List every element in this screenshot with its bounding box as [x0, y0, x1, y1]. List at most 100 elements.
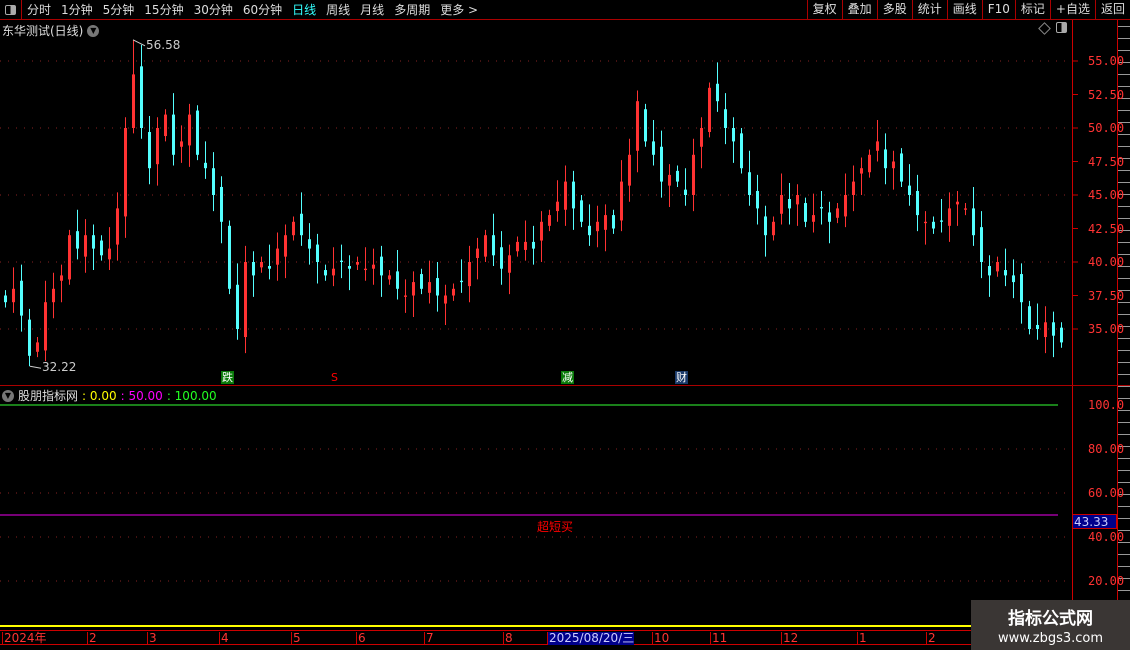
candle-body	[236, 284, 239, 329]
candle-body	[212, 168, 215, 195]
candle-body	[1036, 324, 1039, 329]
candle-body	[1012, 275, 1015, 283]
candle-body	[476, 248, 479, 258]
date-tick-label: 8	[503, 631, 513, 645]
candle-body	[652, 141, 655, 155]
candle-body	[188, 114, 191, 146]
right-info-strip[interactable]	[1117, 20, 1130, 600]
candle-body	[244, 262, 247, 338]
date-tick-label: 5	[291, 631, 301, 645]
candle-body	[980, 227, 983, 262]
candle-body	[700, 128, 703, 147]
price-tick-label: 35.00	[1088, 322, 1125, 336]
candle-body	[1052, 322, 1055, 336]
candle-body	[820, 207, 823, 209]
candle-body	[580, 200, 583, 222]
candle-body	[828, 212, 831, 222]
candle-body	[788, 199, 791, 209]
candle-body	[268, 266, 271, 269]
indicator-tick-label: 40.00	[1088, 530, 1125, 544]
candle-body	[372, 264, 375, 269]
candle-body	[764, 216, 767, 236]
candle-body	[516, 241, 519, 252]
candle-body	[116, 208, 119, 245]
current-indicator-value: 43.33	[1072, 514, 1117, 529]
candle-body	[380, 256, 383, 276]
watermark-url: www.zbgs3.com	[997, 631, 1104, 646]
candle-body	[964, 208, 967, 210]
candle-body	[284, 235, 287, 257]
candle-body	[1060, 327, 1063, 343]
candle-body	[620, 181, 623, 221]
candle-body	[220, 186, 223, 222]
candle-body	[804, 203, 807, 222]
candle-body	[748, 172, 751, 195]
candle-body	[996, 262, 999, 272]
candle-body	[540, 221, 543, 241]
candle-body	[324, 270, 327, 276]
candle-body	[44, 302, 47, 351]
candle-body	[732, 128, 735, 142]
indicator-value-2: : 50.00	[120, 388, 163, 403]
low-pointer	[29, 365, 42, 369]
price-tick-label: 52.50	[1088, 87, 1125, 102]
candle-body	[252, 262, 255, 276]
candle-body	[404, 295, 407, 297]
signal-marker: S	[331, 371, 338, 384]
candle-body	[588, 225, 591, 236]
indicator-value-1: : 0.00	[82, 388, 117, 403]
candle-body	[628, 154, 631, 186]
candle-body	[940, 220, 943, 222]
date-axis[interactable]: 2024年 2 3 4 5 6 7 8 2025/08/20/三 10 11 12 1 2	[0, 630, 1130, 645]
date-tick-label: 3	[147, 631, 157, 645]
candle-body	[1028, 306, 1031, 329]
candle-body	[524, 241, 527, 250]
signal-marker: 财	[675, 371, 688, 384]
candle-body	[1004, 270, 1007, 276]
panel-divider	[0, 385, 1130, 386]
candle-body	[1044, 322, 1047, 338]
candle-body	[972, 208, 975, 236]
chevron-down-icon[interactable]: ▼	[2, 389, 14, 402]
candle-body	[660, 146, 663, 182]
candle-body	[300, 213, 303, 236]
candle-body	[692, 154, 695, 195]
candle-body	[604, 215, 607, 230]
candle-body	[92, 235, 95, 249]
indicator-value-3: : 100.00	[166, 388, 217, 403]
signal-marker: 减	[561, 371, 574, 384]
candle-body	[860, 168, 863, 174]
candle-body	[844, 195, 847, 217]
price-tick-label: 40.00	[1088, 255, 1125, 269]
candle-body	[196, 110, 199, 155]
candle-body	[564, 181, 567, 210]
date-tick-label: 6	[356, 631, 366, 645]
date-tick-label: 11	[710, 631, 728, 645]
candle-body	[140, 66, 143, 128]
candle-body	[132, 74, 135, 128]
date-tick-label: 7	[424, 631, 434, 645]
candle-body	[932, 221, 935, 229]
candle-body	[988, 266, 991, 276]
high-annotation: 56.58	[146, 38, 181, 52]
indicator-tick-label: 20.00	[1088, 574, 1125, 588]
low-annotation: 32.22	[42, 360, 77, 374]
candle-body	[452, 288, 455, 296]
candle-body	[292, 221, 295, 236]
candle-body	[4, 295, 7, 303]
candle-body	[156, 128, 159, 165]
price-tick-label: 55.00	[1088, 54, 1125, 68]
candle-body	[164, 114, 167, 137]
candle-body	[708, 87, 711, 133]
indicator-name: 股朋指标网	[18, 389, 79, 403]
candle-body	[332, 268, 335, 276]
candle-body	[572, 181, 575, 209]
price-tick-label: 50.00	[1088, 121, 1125, 135]
candle-body	[796, 195, 799, 205]
candle-body	[596, 221, 599, 232]
candle-body	[508, 255, 511, 273]
candle-body	[340, 260, 343, 262]
candle-body	[836, 208, 839, 218]
candle-body	[52, 288, 55, 303]
indicator-header: ▼ 股朋指标网 : 0.00 : 50.00 : 100.00	[2, 387, 217, 404]
